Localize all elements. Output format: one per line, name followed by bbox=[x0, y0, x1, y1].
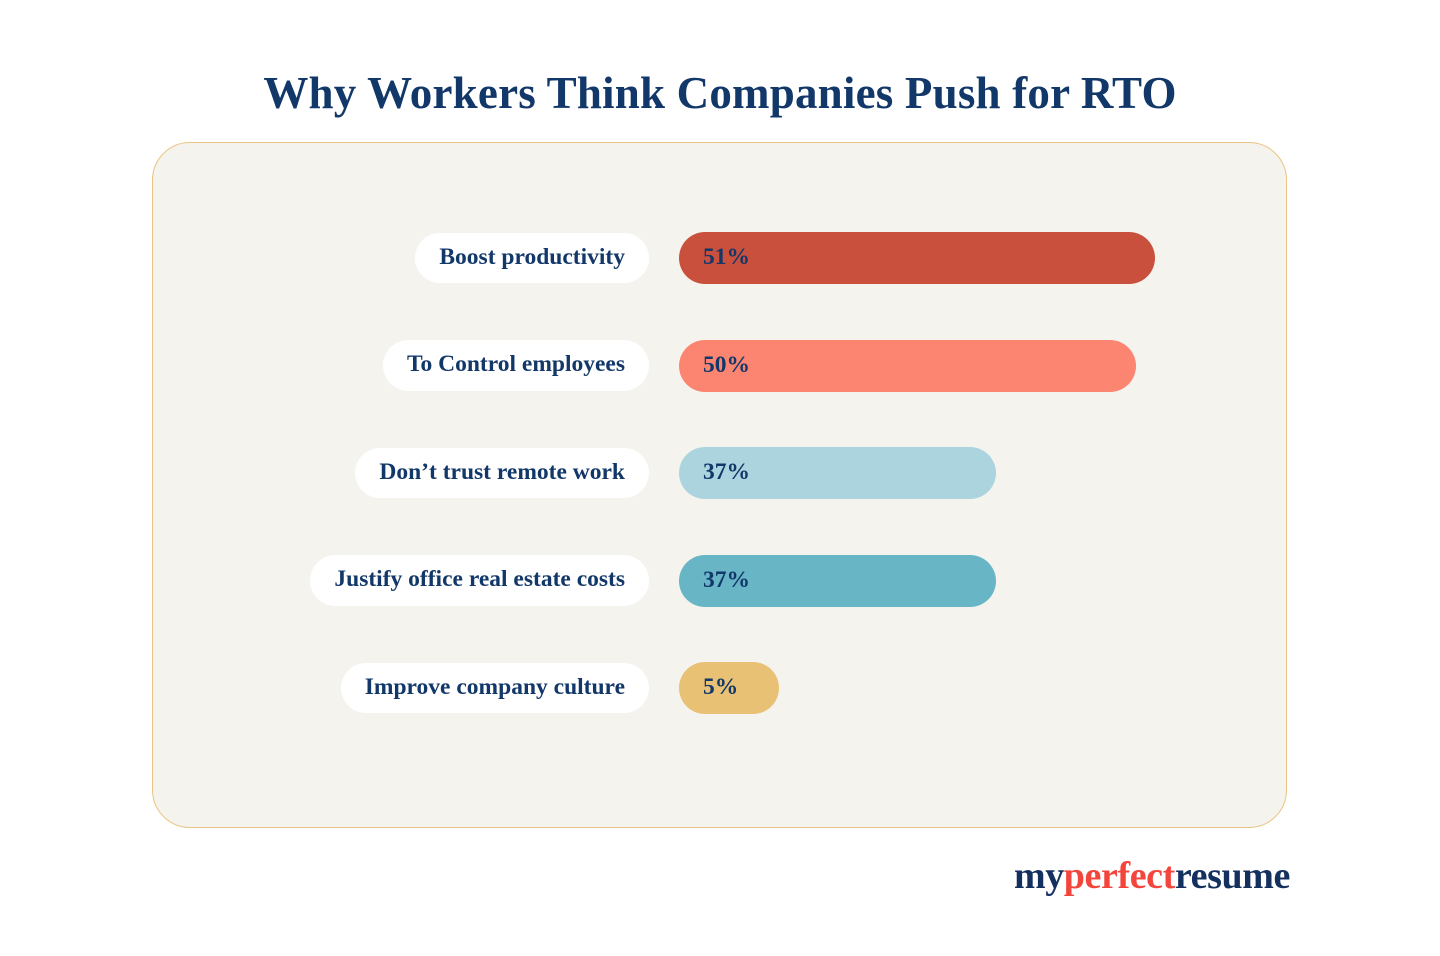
bar-category-label: Boost productivity bbox=[415, 232, 649, 284]
bar-label-zone: Justify office real estate costs bbox=[153, 555, 649, 606]
bar-value-label: 5% bbox=[703, 674, 739, 701]
chart-card: Boost productivity 51% To Control employee… bbox=[152, 142, 1287, 828]
bar-label-zone: Don’t trust remote work bbox=[153, 447, 649, 499]
bar-label-zone: To Control employees bbox=[153, 340, 649, 391]
bar: 5% bbox=[679, 662, 779, 714]
bar-track: 37% bbox=[649, 554, 1286, 607]
logo-text-resume: resume bbox=[1174, 855, 1290, 897]
logo-text-my: my bbox=[1013, 855, 1064, 897]
bar-row: Justify office real estate costs 37% bbox=[153, 554, 1286, 607]
bar: 37% bbox=[679, 447, 996, 499]
bar-category-label: Improve company culture bbox=[340, 662, 649, 714]
bar-value-label: 51% bbox=[703, 244, 750, 271]
bar-value-label: 50% bbox=[703, 351, 750, 378]
bar-track: 5% bbox=[649, 662, 1286, 714]
bar-row: Improve company culture 5% bbox=[153, 662, 1286, 714]
myperfectresume-logo: myperfectresume bbox=[1014, 857, 1290, 895]
bar-chart: Boost productivity 51% To Control employee… bbox=[153, 143, 1286, 827]
bar-value-label: 37% bbox=[703, 459, 750, 486]
bar-label-zone: Improve company culture bbox=[153, 662, 649, 714]
bar-row: Boost productivity 51% bbox=[153, 232, 1286, 284]
bar-category-label: Don’t trust remote work bbox=[355, 447, 649, 499]
bar-category-label: To Control employees bbox=[382, 340, 649, 391]
bar-track: 51% bbox=[649, 232, 1286, 284]
bar-track: 50% bbox=[649, 339, 1286, 392]
bar: 51% bbox=[679, 232, 1155, 284]
infographic-page: Why Workers Think Companies Push for RTO… bbox=[0, 0, 1440, 956]
bar-label-zone: Boost productivity bbox=[153, 232, 649, 284]
logo-text-perfect: perfect bbox=[1063, 855, 1176, 897]
bar: 50% bbox=[679, 339, 1136, 392]
bar: 37% bbox=[679, 554, 996, 607]
page-title: Why Workers Think Companies Push for RTO bbox=[263, 68, 1177, 118]
bar-row: To Control employees 50% bbox=[153, 339, 1286, 392]
bar-category-label: Justify office real estate costs bbox=[310, 555, 649, 606]
bar-row: Don’t trust remote work 37% bbox=[153, 447, 1286, 499]
bar-track: 37% bbox=[649, 447, 1286, 499]
bar-value-label: 37% bbox=[703, 566, 750, 593]
